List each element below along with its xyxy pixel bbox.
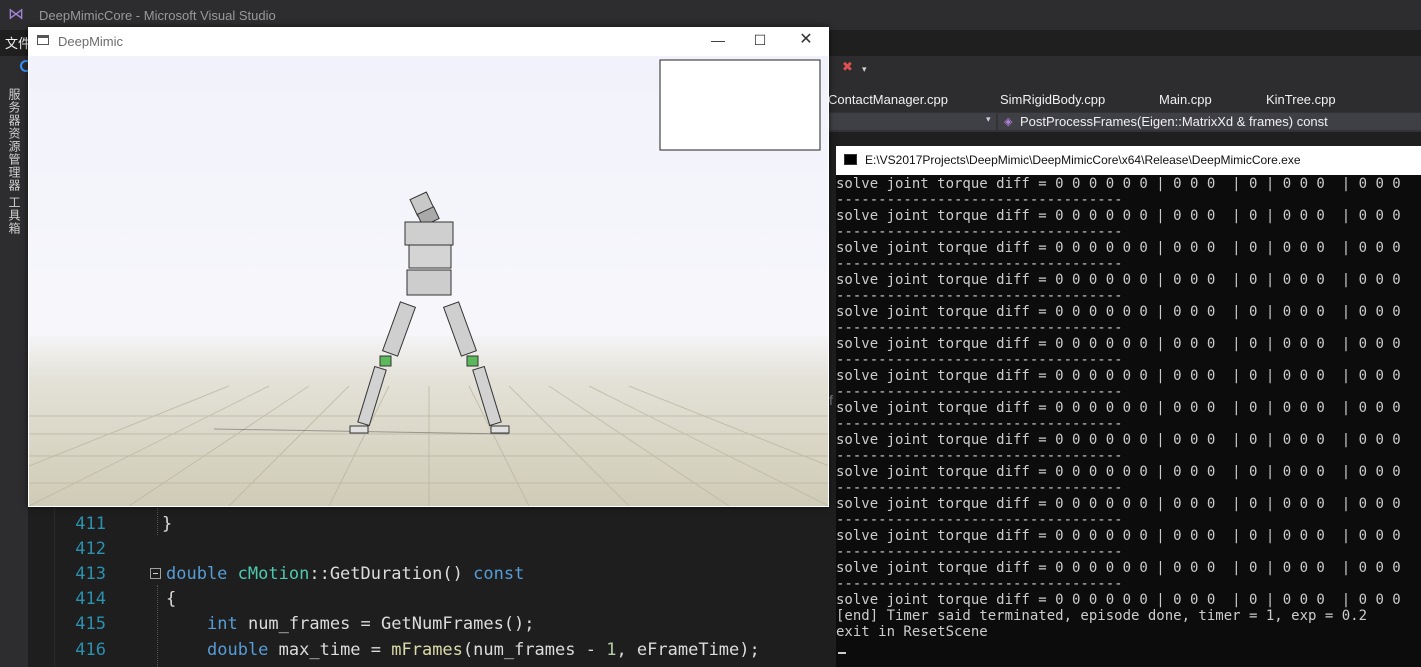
console-line: solve joint torque diff = 0 0 0 0 0 0 | … — [836, 496, 1421, 512]
keyword-token: double — [166, 564, 228, 584]
line-number: 416 — [75, 640, 106, 660]
console-separator: ---------------------------------- — [836, 256, 1123, 272]
collapse-toggle-icon[interactable] — [150, 568, 161, 579]
indent-guide — [157, 585, 158, 667]
left-knee-joint — [379, 355, 392, 367]
tab-kintree[interactable]: KinTree.cpp — [1266, 92, 1336, 107]
console-line: solve joint torque diff = 0 0 0 0 0 0 | … — [836, 464, 1421, 480]
console-line: solve joint torque diff = 0 0 0 0 0 0 | … — [836, 240, 1421, 256]
chevron-down-icon[interactable]: ▾ — [986, 114, 991, 125]
console-separator: ---------------------------------- — [836, 384, 1123, 400]
deepmimic-title-bar[interactable]: DeepMimic — ☐ ✕ — [28, 27, 829, 56]
console-line: solve joint torque diff = 0 0 0 0 0 0 | … — [836, 400, 1421, 416]
right-foot — [490, 425, 510, 434]
code-line-414: { — [166, 589, 177, 609]
console-separator: ---------------------------------- — [836, 544, 1123, 560]
console-line: solve joint torque diff = 0 0 0 0 0 0 | … — [836, 176, 1421, 192]
member-dropdown-label: PostProcessFrames(Eigen::MatrixXd & fram… — [1020, 114, 1328, 129]
code-line-413: double cMotion::GetDuration() const — [166, 564, 524, 584]
console-title-bar[interactable]: E:\VS2017Projects\DeepMimic\DeepMimicCor… — [836, 146, 1421, 175]
deepmimic-window[interactable]: DeepMimic — ☐ ✕ — [28, 27, 829, 507]
toolbar-tool-icon[interactable]: ✖ — [842, 60, 856, 74]
toolbar-dropdown-chevron-icon[interactable]: ▾ — [862, 64, 867, 75]
number-token: 1 — [606, 640, 617, 660]
console-separator: ---------------------------------- — [836, 288, 1123, 304]
punct-token: () — [442, 564, 474, 584]
vs-toolbar — [828, 56, 1421, 90]
console-line: solve joint torque diff = 0 0 0 0 0 0 | … — [836, 432, 1421, 448]
console-line: solve joint torque diff = 0 0 0 0 0 0 | … — [836, 592, 1421, 608]
line-number: 415 — [75, 614, 106, 634]
console-title: E:\VS2017Projects\DeepMimic\DeepMimicCor… — [865, 153, 1301, 167]
code-text: num_frames = GetNumFrames(); — [237, 614, 535, 634]
right-knee-joint — [466, 355, 479, 367]
window-app-icon — [37, 35, 49, 45]
close-button[interactable]: ✕ — [792, 29, 820, 53]
character-abdomen — [408, 244, 452, 269]
keyword-token: const — [473, 564, 525, 584]
console-end-line: [end] Timer said terminated, episode don… — [836, 608, 1368, 624]
console-separator: ---------------------------------- — [836, 416, 1123, 432]
scope-token: :: — [309, 564, 330, 584]
visual-studio-logo-icon: ⋈ — [8, 6, 24, 23]
console-app-icon — [844, 154, 857, 165]
keyword-token: int — [207, 614, 238, 634]
console-line: solve joint torque diff = 0 0 0 0 0 0 | … — [836, 208, 1421, 224]
line-number: 414 — [75, 589, 106, 609]
console-output[interactable]: solve joint torque diff = 0 0 0 0 0 0 | … — [836, 175, 1421, 667]
deepmimic-title: DeepMimic — [58, 34, 124, 49]
tab-contactmanager[interactable]: ContactManager.cpp — [828, 92, 948, 107]
member-token: mFrames — [391, 640, 463, 660]
console-line: solve joint torque diff = 0 0 0 0 0 0 | … — [836, 368, 1421, 384]
line-number: 411 — [75, 514, 106, 534]
method-icon: ◈ — [1004, 116, 1013, 128]
vs-window-title: DeepMimicCore - Microsoft Visual Studio — [39, 8, 276, 23]
console-separator: ---------------------------------- — [836, 448, 1123, 464]
console-separator: ---------------------------------- — [836, 320, 1123, 336]
server-explorer-tab[interactable]: 服务器资源管理器 — [6, 88, 23, 192]
console-separator: ---------------------------------- — [836, 512, 1123, 528]
console-separator: ---------------------------------- — [836, 224, 1123, 240]
line-number: 413 — [75, 564, 106, 584]
console-separator: ---------------------------------- — [836, 352, 1123, 368]
scope-dropdown[interactable] — [828, 113, 996, 130]
console-separator: ---------------------------------- — [836, 192, 1123, 208]
tab-main[interactable]: Main.cpp — [1159, 92, 1212, 107]
left-foot — [349, 425, 369, 434]
code-line-411: } — [162, 514, 173, 534]
simulation-viewport[interactable] — [29, 56, 828, 506]
maximize-button[interactable]: ☐ — [746, 29, 774, 53]
console-line: solve joint torque diff = 0 0 0 0 0 0 | … — [836, 304, 1421, 320]
character-pelvis — [406, 269, 452, 296]
minimize-button[interactable]: — — [704, 29, 732, 53]
tab-simrigidbody[interactable]: SimRigidBody.cpp — [1000, 92, 1105, 107]
class-token: cMotion — [237, 564, 310, 584]
toolbox-tab[interactable]: 工具箱 — [6, 196, 23, 235]
console-line: solve joint torque diff = 0 0 0 0 0 0 | … — [836, 560, 1421, 576]
keyword-token: double — [207, 640, 269, 660]
console-line: solve joint torque diff = 0 0 0 0 0 0 | … — [836, 336, 1421, 352]
function-token: GetDuration — [329, 564, 443, 584]
indent-guide — [157, 505, 158, 535]
character-chest — [404, 221, 454, 246]
console-window[interactable]: E:\VS2017Projects\DeepMimic\DeepMimicCor… — [836, 146, 1421, 667]
line-number: 412 — [75, 539, 106, 559]
simulation-scene — [29, 56, 828, 506]
code-text: , eFrameTime); — [616, 640, 760, 660]
console-separator: ---------------------------------- — [836, 480, 1123, 496]
editor-margin — [28, 500, 55, 667]
editor-fold-mark: f — [829, 392, 833, 408]
code-line-416: double max_time = mFrames(num_frames - 1… — [207, 640, 760, 660]
code-text: max_time = — [268, 640, 392, 660]
inset-viewport — [659, 59, 821, 151]
console-separator: ---------------------------------- — [836, 576, 1123, 592]
console-line: solve joint torque diff = 0 0 0 0 0 0 | … — [836, 528, 1421, 544]
console-line: solve joint torque diff = 0 0 0 0 0 0 | … — [836, 272, 1421, 288]
code-text: (num_frames - — [462, 640, 607, 660]
console-exit-line: exit in ResetScene — [836, 624, 988, 640]
console-cursor — [838, 652, 846, 654]
code-line-415: int num_frames = GetNumFrames(); — [207, 614, 535, 634]
